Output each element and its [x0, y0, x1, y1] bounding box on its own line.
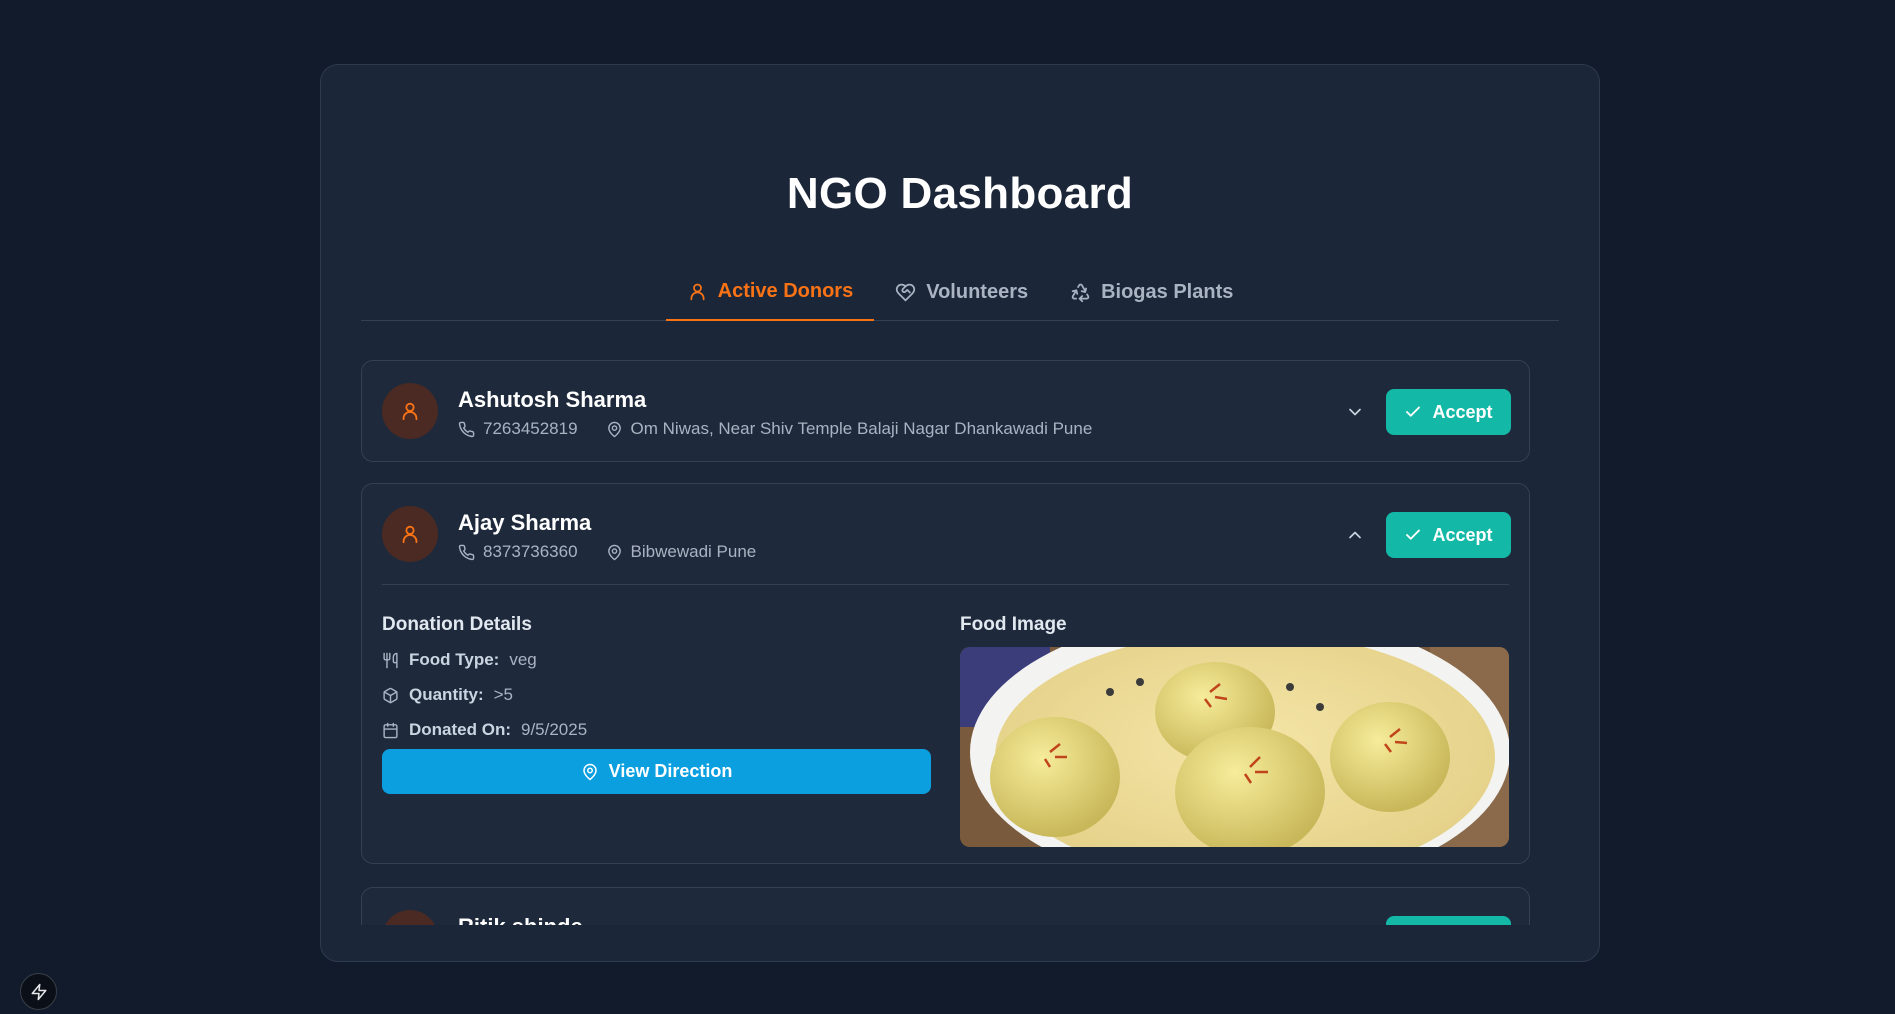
- donor-card: Ashutosh Sharma 7263452819 Om Niwas, Nea…: [361, 360, 1530, 462]
- package-icon: [383, 687, 398, 703]
- user-icon: [402, 525, 418, 544]
- recycle-icon: [1070, 282, 1091, 303]
- accept-label: Accept: [1432, 401, 1493, 422]
- tab-label: Biogas Plants: [1101, 280, 1234, 303]
- view-direction-label: View Direction: [608, 761, 733, 781]
- view-direction-button[interactable]: View Direction: [382, 749, 931, 794]
- divider: [382, 584, 1509, 585]
- heart-handshake-icon: [895, 282, 916, 303]
- donor-list: Ashutosh Sharma 7263452819 Om Niwas, Nea…: [361, 360, 1561, 925]
- accept-label: Accept: [1432, 524, 1493, 545]
- tab-label: Active Donors: [717, 279, 854, 302]
- donor-address: Bibwewadi Pune: [630, 542, 757, 561]
- donor-phone: 7263452819: [483, 419, 578, 438]
- user-icon: [402, 402, 418, 421]
- phone-icon: [458, 544, 475, 560]
- tab-label: Volunteers: [926, 280, 1029, 303]
- map-pin-icon: [607, 544, 621, 560]
- donated-on-value: 9/5/2025: [521, 720, 588, 739]
- donor-card: Ajay Sharma 8373736360 Bibwewadi Pune Ac…: [361, 483, 1530, 864]
- calendar-icon: [383, 722, 398, 738]
- user-icon: [687, 281, 708, 302]
- avatar: [382, 506, 438, 562]
- donation-details-heading: Donation Details: [382, 614, 532, 635]
- lightning-icon[interactable]: [20, 973, 57, 1010]
- donated-on-label: Donated On:: [409, 720, 511, 739]
- tab-active-donors[interactable]: Active Donors: [665, 263, 875, 321]
- map-pin-icon: [582, 763, 597, 780]
- donor-phone: 8373736360: [483, 542, 578, 561]
- check-icon: [1406, 529, 1421, 540]
- chevron-down-icon[interactable]: [1342, 399, 1368, 425]
- food-type-value: veg: [509, 650, 537, 669]
- accept-button[interactable]: [1386, 916, 1511, 925]
- tab-biogas-plants[interactable]: Biogas Plants: [1049, 263, 1254, 321]
- donor-name: Ritik shinde: [458, 914, 583, 925]
- quantity-row: Quantity: >5: [382, 685, 513, 705]
- donated-on-row: Donated On: 9/5/2025: [382, 720, 587, 740]
- quantity-label: Quantity:: [409, 685, 484, 704]
- food-type-row: Food Type: veg: [382, 650, 537, 670]
- donor-meta: 8373736360 Bibwewadi Pune: [458, 542, 756, 562]
- tab-bar: Active Donors Volunteers Biogas Plants: [361, 263, 1559, 321]
- food-image-heading: Food Image: [960, 614, 1067, 635]
- check-icon: [1406, 406, 1421, 417]
- accept-button[interactable]: Accept: [1386, 389, 1511, 435]
- avatar: [382, 383, 438, 439]
- tab-volunteers[interactable]: Volunteers: [874, 263, 1049, 321]
- food-image: [960, 647, 1509, 847]
- donor-name: Ajay Sharma: [458, 510, 592, 535]
- chevron-up-icon[interactable]: [1342, 522, 1368, 548]
- donor-address: Om Niwas, Near Shiv Temple Balaji Nagar …: [630, 419, 1093, 438]
- utensils-icon: [383, 652, 398, 668]
- donor-meta: 7263452819 Om Niwas, Near Shiv Temple Ba…: [458, 419, 1092, 439]
- map-pin-icon: [607, 421, 621, 437]
- dashboard-card: NGO Dashboard Active Donors Volunteers B…: [320, 64, 1600, 962]
- page-title: NGO Dashboard: [786, 169, 1134, 218]
- avatar: [382, 910, 438, 925]
- food-type-label: Food Type:: [409, 650, 500, 669]
- accept-button[interactable]: Accept: [1386, 512, 1511, 558]
- phone-icon: [458, 421, 475, 437]
- quantity-value: >5: [493, 685, 513, 704]
- donor-name: Ashutosh Sharma: [458, 387, 647, 412]
- donor-card: Ritik shinde: [361, 887, 1530, 925]
